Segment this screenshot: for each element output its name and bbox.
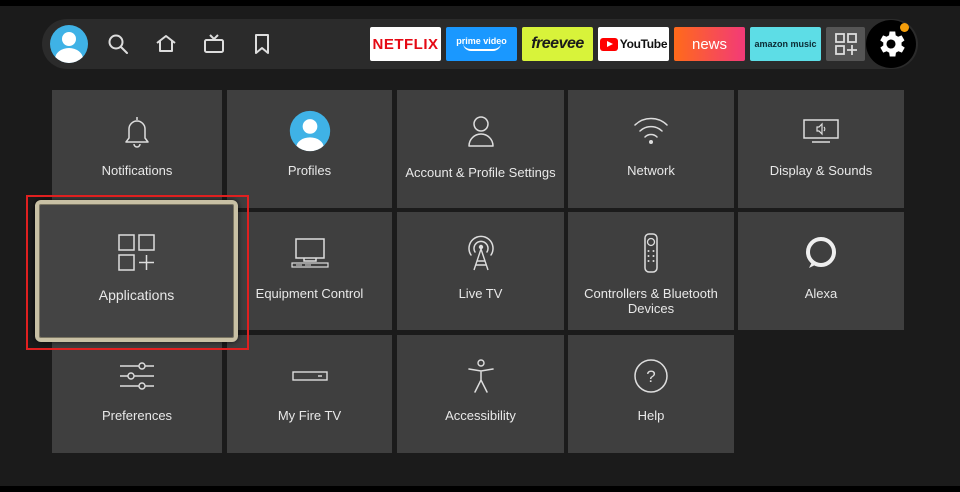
tile-label: My Fire TV	[277, 408, 342, 423]
all-apps-button[interactable]	[826, 27, 865, 61]
top-nav-bar: NETFLIX prime video freevee YouTube news…	[42, 19, 918, 69]
tile-label: Notifications	[101, 163, 173, 178]
tile-notifications[interactable]: Notifications	[52, 90, 222, 208]
tv-soundbar-icon	[290, 238, 329, 268]
tile-controllers-bluetooth[interactable]: Controllers & Bluetooth Devices	[568, 212, 734, 330]
tile-label: Alexa	[804, 286, 838, 301]
tile-label: Profiles	[287, 163, 332, 178]
youtube-play-icon	[599, 37, 618, 51]
amazon-music-label: amazon music	[754, 39, 817, 49]
tile-accessibility[interactable]: Accessibility	[397, 335, 564, 453]
bookmark-icon[interactable]	[250, 32, 274, 56]
freevee-label: freevee	[531, 35, 584, 52]
apps-grid-icon	[117, 234, 155, 271]
tile-label: Preferences	[101, 408, 173, 423]
tile-network[interactable]: Network	[568, 90, 734, 208]
tile-label: Applications	[98, 287, 175, 303]
bell-icon	[125, 117, 149, 148]
netflix-label: NETFLIX	[372, 35, 439, 53]
news-app-tile[interactable]: news	[674, 27, 745, 61]
tile-applications[interactable]: Applications	[35, 200, 238, 342]
alexa-icon	[806, 237, 836, 268]
home-icon[interactable]	[154, 32, 178, 56]
search-icon[interactable]	[106, 32, 130, 56]
gear-icon	[880, 31, 905, 57]
help-icon: ?	[634, 359, 668, 393]
svg-text:?: ?	[646, 367, 655, 386]
tile-account-profile-settings[interactable]: Account & Profile Settings	[397, 90, 564, 208]
profile-avatar[interactable]	[50, 25, 88, 63]
accessibility-icon	[467, 359, 494, 393]
tile-label: Display & Sounds	[769, 163, 873, 178]
tile-my-fire-tv[interactable]: My Fire TV	[227, 335, 392, 453]
tile-label: Help	[637, 408, 665, 423]
amazon-music-app-tile[interactable]: amazon music	[750, 27, 821, 61]
display-sound-icon	[803, 119, 839, 143]
tile-profiles[interactable]: Profiles	[227, 90, 392, 208]
tile-preferences[interactable]: Preferences	[52, 335, 222, 453]
antenna-icon	[467, 235, 494, 271]
tile-label: Account & Profile Settings	[405, 165, 556, 180]
prime-video-app-tile[interactable]: prime video	[446, 27, 517, 61]
top-letterbox	[0, 0, 960, 6]
youtube-label: YouTube	[619, 37, 668, 51]
freevee-app-tile[interactable]: freevee	[522, 27, 593, 61]
person-icon	[467, 116, 494, 147]
tile-label: Controllers & Bluetooth Devices	[584, 286, 718, 316]
apps-grid-icon	[834, 33, 857, 55]
live-tv-icon[interactable]	[202, 32, 226, 56]
tile-label: Live TV	[458, 286, 503, 301]
tile-label: Network	[627, 163, 675, 178]
tile-live-tv[interactable]: Live TV	[397, 212, 564, 330]
bottom-letterbox	[0, 486, 960, 492]
profile-icon	[289, 110, 330, 152]
wifi-icon	[634, 117, 668, 144]
sliders-icon	[120, 362, 154, 390]
fire-tv-stick-icon	[291, 371, 328, 381]
tile-help[interactable]: ? Help	[568, 335, 734, 453]
tile-label: Equipment Control	[255, 286, 364, 301]
prime-smile-icon	[462, 43, 501, 51]
youtube-app-tile[interactable]: YouTube	[598, 27, 669, 61]
notification-dot	[900, 23, 909, 32]
tile-alexa[interactable]: Alexa	[738, 212, 904, 330]
tile-display-sounds[interactable]: Display & Sounds	[738, 90, 904, 208]
remote-icon	[644, 233, 658, 273]
netflix-app-tile[interactable]: NETFLIX	[370, 27, 441, 61]
news-label: news	[691, 35, 728, 53]
tile-equipment-control[interactable]: Equipment Control	[227, 212, 392, 330]
tile-label: Accessibility	[445, 408, 516, 423]
